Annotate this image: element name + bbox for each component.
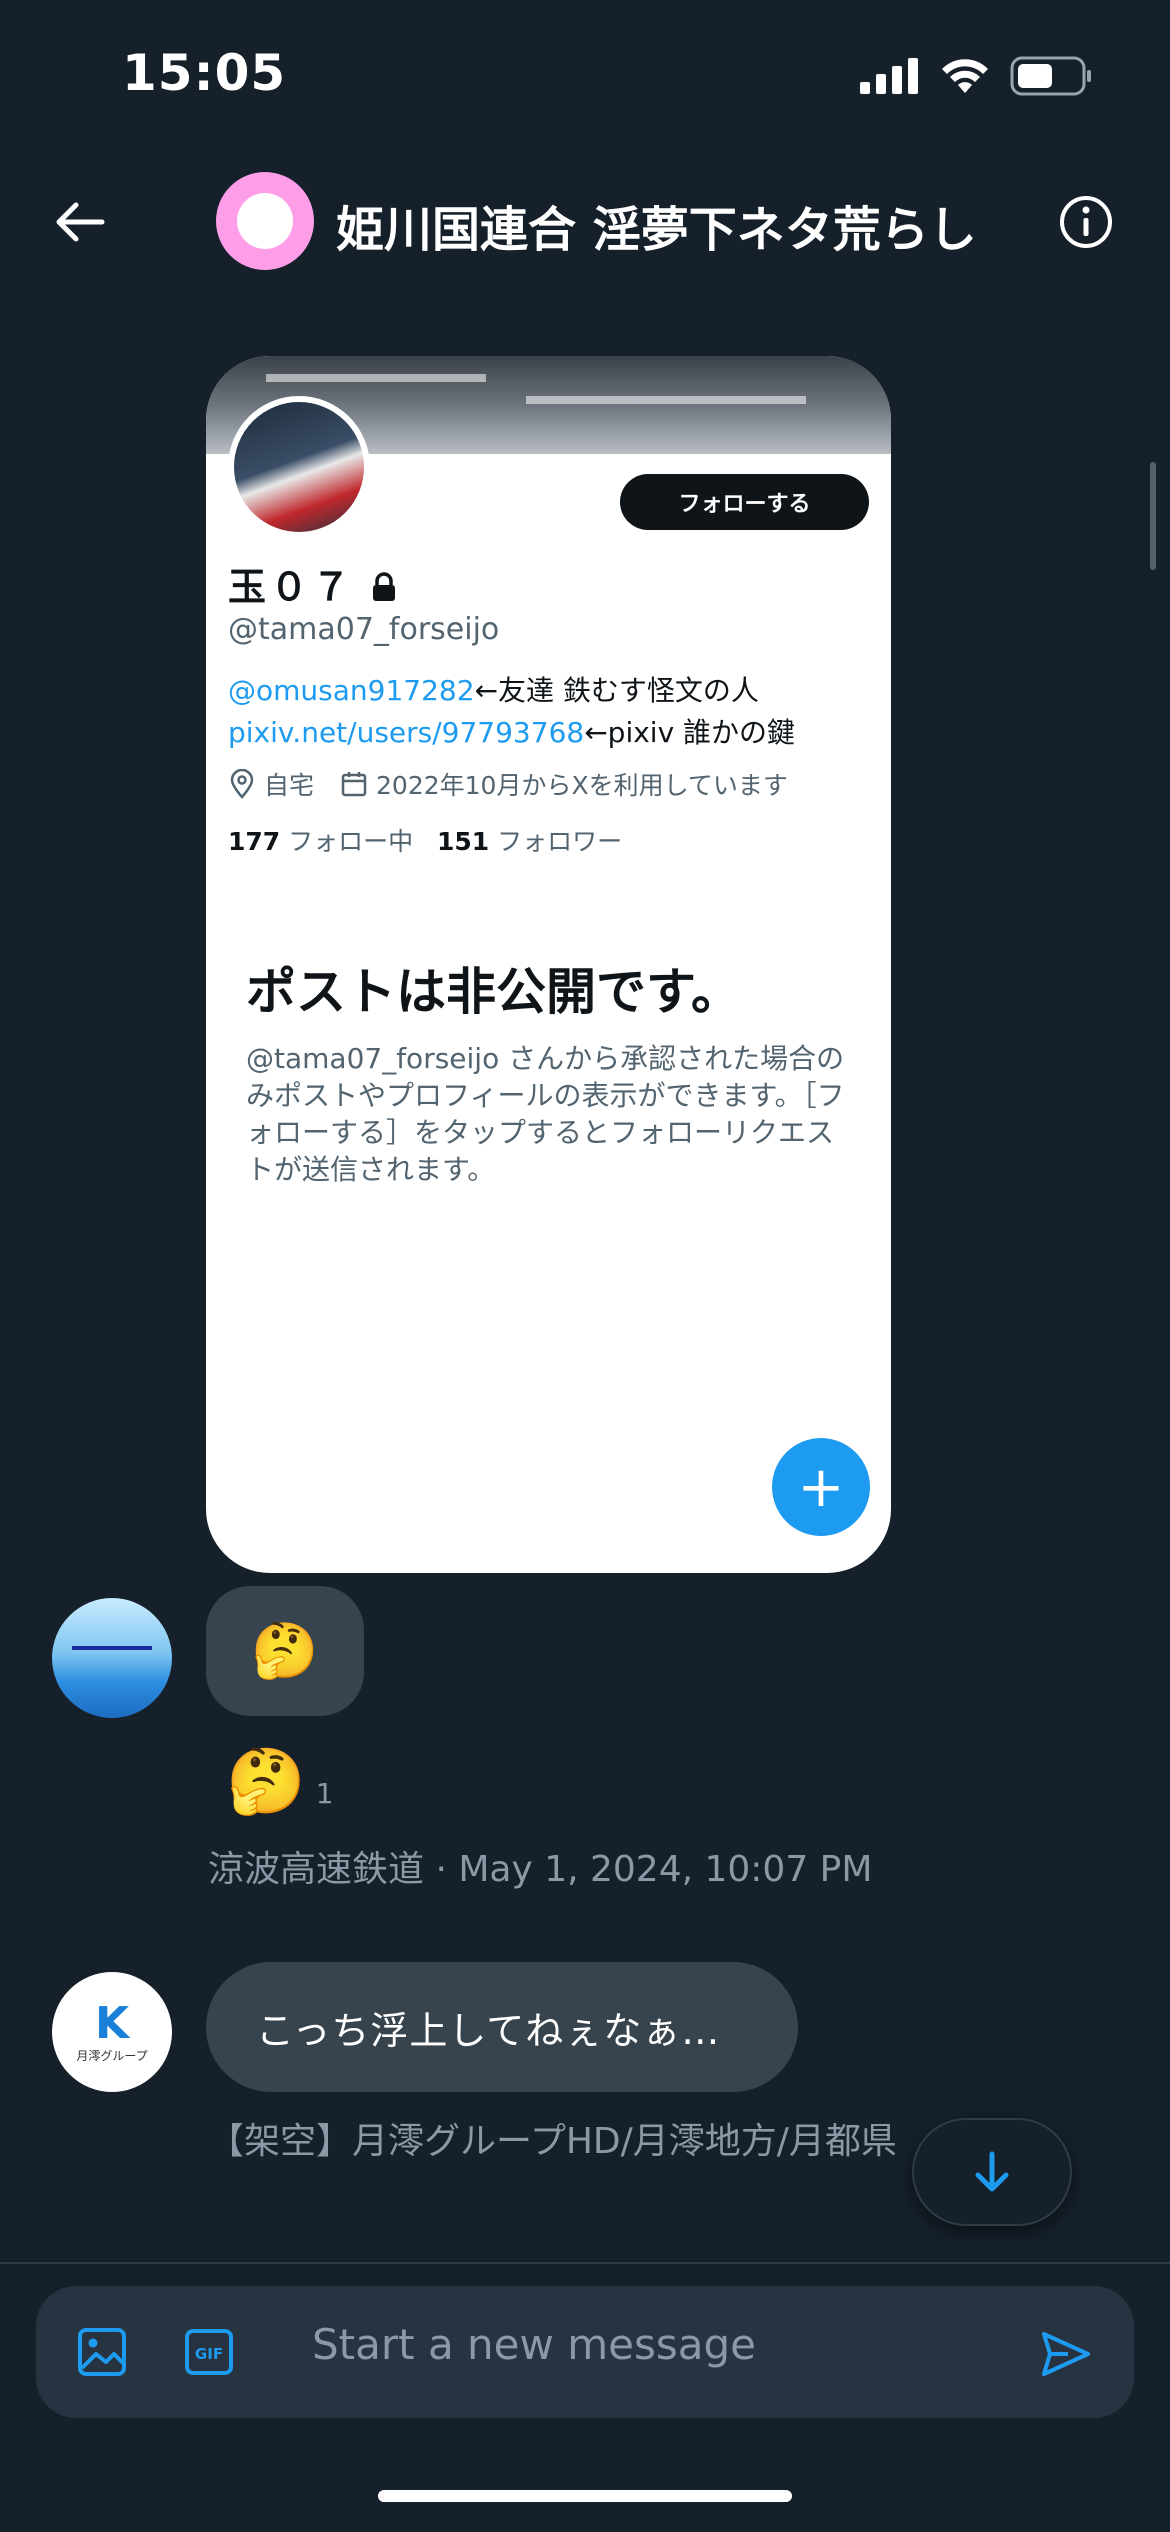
lock-icon [373,572,396,601]
signal-icon [860,58,918,94]
status-time: 15:05 [122,44,287,102]
profile-avatar [228,396,370,538]
bio-link-2: pixiv.net/users/97793768 [228,716,585,749]
profile-handle: @tama07_forseijo [228,612,500,647]
sender-avatar[interactable] [52,1598,172,1718]
message-bubble[interactable]: 🤔 [206,1586,364,1716]
home-indicator[interactable] [378,2490,792,2502]
conversation-avatar[interactable] [216,172,314,270]
thinking-face-icon: 🤔 [226,1745,306,1819]
image-icon[interactable] [76,2326,128,2378]
reaction-count: 1 [315,1777,334,1810]
divider [0,2262,1170,2264]
svg-text:GIF: GIF [195,2345,223,2363]
arrow-down-icon [975,2151,1009,2192]
location-icon [230,769,254,799]
scroll-to-bottom-button[interactable] [912,2118,1072,2226]
arrow-left-icon[interactable] [50,192,110,252]
shared-image-message[interactable]: フォローする 玉０７ @tama07_forseijo @omusan91728… [206,356,891,1573]
message-meta: 【架空】月澪グループHD/月澪地方/月都県 [208,2121,897,2162]
info-icon[interactable] [1058,194,1114,250]
bio-link-1: @omusan917282 [228,674,475,707]
send-icon[interactable] [1038,2326,1094,2382]
profile-counts: 177 フォロー中 151 フォロワー [228,827,623,856]
calendar-icon [341,772,367,797]
profile-name: 玉０７ [228,556,397,611]
message-input[interactable]: Start a new message [312,2320,756,2369]
battery-icon [1010,56,1091,96]
avatar-logo: K [94,1997,130,2049]
sender-avatar[interactable]: K 月澪グループ [52,1972,172,2092]
profile-bio: @omusan917282←友達 鉄むす怪文の人 pixiv.net/users… [228,674,796,749]
gif-icon[interactable]: GIF [184,2328,234,2376]
conversation-header: 姫川国連合 淫夢下ネタ荒らし [0,150,1170,310]
compose-fab: + [772,1438,870,1536]
message-reaction[interactable]: 🤔 1 [226,1746,334,1818]
private-posts-body: @tama07_forseijo さんから承認された場合のみポストやプロフィール… [246,1042,845,1186]
avatar-subtext: 月澪グループ [76,2048,148,2063]
private-posts-title: ポストは非公開です。 [246,963,741,1021]
conversation-title[interactable]: 姫川国連合 淫夢下ネタ荒らし [336,190,977,260]
scrollbar[interactable] [1150,462,1156,570]
status-icons [860,56,1092,96]
status-bar: 15:05 [0,0,1170,150]
message-composer: GIF Start a new message [36,2286,1134,2418]
wifi-icon [942,59,988,93]
message-meta: 涼波高速鉄道 · May 1, 2024, 10:07 PM [208,1849,873,1890]
profile-meta: 自宅 2022年10月からXを利用しています [228,766,788,802]
message-bubble[interactable]: こっち浮上してねぇなぁ… [206,1962,798,2092]
follow-button: フォローする [620,474,869,530]
